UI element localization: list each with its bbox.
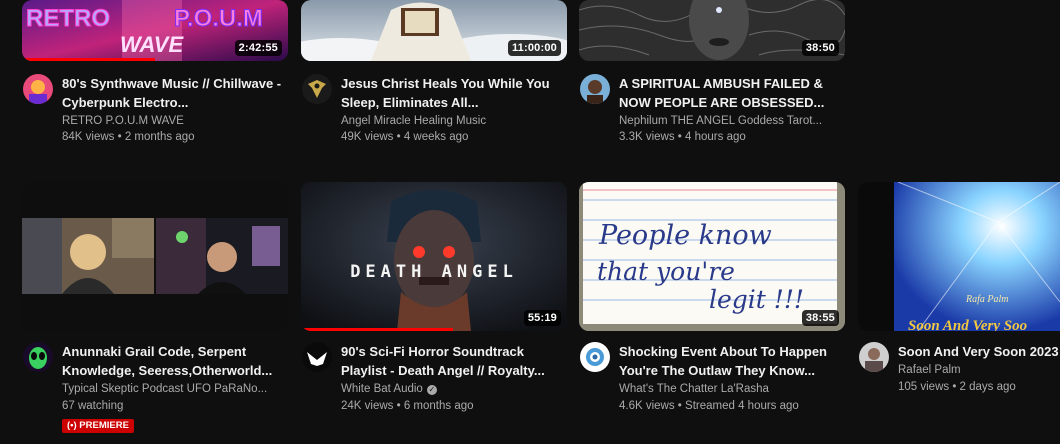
video-thumbnail-5[interactable]: DEATH ANGEL 55:19 <box>301 182 567 331</box>
channel-name[interactable]: Nephilum THE ANGEL Goddess Tarot... <box>619 113 841 129</box>
video-title[interactable]: Jesus Christ Heals You While You Sleep, … <box>341 74 563 112</box>
video-title[interactable]: Anunnaki Grail Code, Serpent Knowledge, … <box>62 342 284 380</box>
video-thumbnail-3[interactable]: 38:50 <box>579 0 845 61</box>
video-title[interactable]: 80's Synthwave Music // Chillwave - Cybe… <box>62 74 284 112</box>
thumb-text-wave: WAVE <box>120 32 184 57</box>
channel-name[interactable]: Rafael Palm <box>898 362 1060 378</box>
video-thumbnail-1[interactable]: RETRO P.O.U.M WAVE 2:42:55 <box>22 0 288 61</box>
thumb-text-death-angel: DEATH ANGEL <box>350 262 518 282</box>
channel-avatar[interactable] <box>23 74 53 104</box>
thumb-note-line-2: that you're <box>597 257 735 286</box>
thumb-note-line-3: legit !!! <box>709 285 804 314</box>
video-thumbnail-7[interactable]: Rafa Palm Soon And Very Soo <box>858 182 1060 331</box>
video-stats: 3.3K views • 4 hours ago <box>619 131 746 143</box>
channel-avatar[interactable] <box>580 342 610 372</box>
video-stats: 84K views • 2 months ago <box>62 131 195 143</box>
death-angel-thumbnail-art: DEATH ANGEL <box>301 182 567 331</box>
channel-name[interactable]: Angel Miracle Healing Music <box>341 113 563 129</box>
video-thumbnail-2[interactable]: 11:00:00 <box>301 0 567 61</box>
thumb-note-line-1: People know <box>598 220 772 251</box>
thumb-text-poum: P.O.U.M <box>174 5 263 32</box>
thumb-text-title: Soon And Very Soo <box>908 318 1027 331</box>
channel-avatar[interactable] <box>302 342 332 372</box>
channel-avatar[interactable] <box>859 342 889 372</box>
video-thumbnail-4[interactable] <box>22 182 288 331</box>
premiere-badge: (•) PREMIERE <box>62 419 134 433</box>
duration-badge: 11:00:00 <box>507 40 561 56</box>
handwritten-note-thumbnail-art: People know that you're legit !!! <box>579 182 845 331</box>
duration-badge: 55:19 <box>523 310 561 326</box>
video-stats: 24K views • 6 months ago <box>341 400 474 412</box>
watch-progress-bar <box>301 328 453 331</box>
duration-badge: 38:50 <box>801 40 839 56</box>
duration-badge: 38:55 <box>801 310 839 326</box>
video-thumbnail-6[interactable]: People know that you're legit !!! 38:55 <box>579 182 845 331</box>
soon-thumbnail-art: Rafa Palm Soon And Very Soo <box>858 182 1060 331</box>
video-stats: 67 watching <box>62 400 124 412</box>
video-title[interactable]: Shocking Event About To Happen You're Th… <box>619 342 841 380</box>
live-broadcast-icon: (•) <box>67 420 80 431</box>
channel-name[interactable]: Typical Skeptic Podcast UFO PaRaNo... <box>62 381 284 397</box>
video-stats: 4.6K views • Streamed 4 hours ago <box>619 400 799 412</box>
thumb-text-retro: RETRO <box>26 5 110 32</box>
video-stats: 49K views • 4 weeks ago <box>341 131 469 143</box>
channel-name-text: White Bat Audio <box>341 383 423 395</box>
channel-name[interactable]: RETRO P.O.U.M WAVE <box>62 113 284 129</box>
podcast-thumbnail-art <box>22 182 288 331</box>
video-title[interactable]: 90's Sci-Fi Horror Soundtrack Playlist -… <box>341 342 563 380</box>
channel-name[interactable]: White Bat Audio ✓ <box>341 381 563 397</box>
watch-progress-bar <box>22 58 155 61</box>
channel-avatar[interactable] <box>23 342 53 372</box>
verified-check-icon: ✓ <box>426 385 437 395</box>
channel-name[interactable]: What's The Chatter La'Rasha <box>619 381 841 397</box>
video-title[interactable]: Soon And Very Soon 2023 <box>898 342 1060 361</box>
video-title[interactable]: A SPIRITUAL AMBUSH FAILED & NOW PEOPLE A… <box>619 74 841 112</box>
channel-avatar[interactable] <box>580 74 610 104</box>
premiere-label: PREMIERE <box>79 420 129 431</box>
thumb-text-author: Rafa Palm <box>965 294 1009 305</box>
duration-badge: 2:42:55 <box>234 40 282 56</box>
channel-avatar[interactable] <box>302 74 332 104</box>
video-stats: 105 views • 2 days ago <box>898 381 1016 393</box>
